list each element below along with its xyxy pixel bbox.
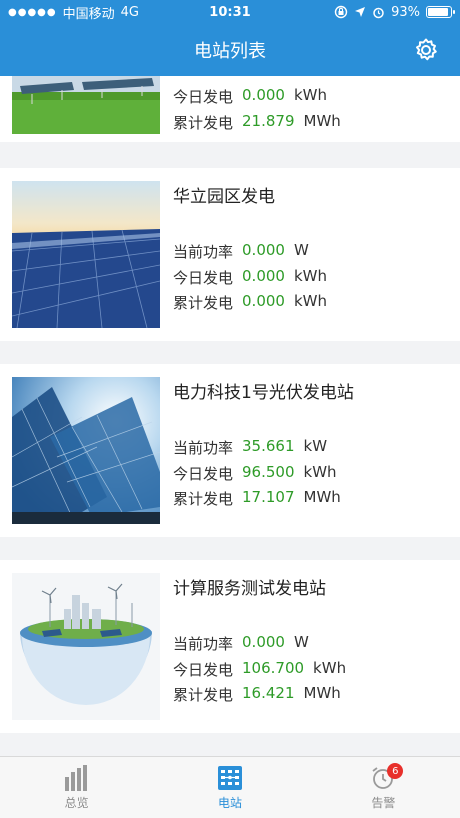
tab-label: 告警 — [371, 795, 396, 810]
metric-label: 今日发电 — [173, 661, 234, 679]
metric-today: 今日发电 96.500 kWh — [173, 463, 337, 484]
station-thumbnail — [12, 573, 160, 720]
station-name: 华立园区发电 — [173, 187, 275, 207]
station-grid-icon — [217, 765, 242, 790]
metric-label: 当前功率 — [173, 243, 234, 261]
metric-value: 0.000 — [242, 241, 285, 259]
page-title: 电站列表 — [194, 41, 266, 62]
metric-total: 累计发电 21.879 MWh — [173, 112, 341, 133]
metric-unit: kWh — [293, 267, 327, 285]
station-card[interactable]: 今日发电 0.000 kWh 累计发电 21.879 MWh — [0, 76, 460, 142]
signal-strength-icon: ●●●●● — [8, 6, 57, 18]
metric-value: 0.000 — [242, 86, 285, 104]
metric-label: 累计发电 — [173, 686, 234, 704]
station-thumbnail — [12, 181, 160, 328]
alarm-icon — [373, 7, 384, 18]
station-name: 计算服务测试发电站 — [173, 579, 326, 599]
tab-overview[interactable]: 总览 — [0, 757, 153, 818]
metric-value: 106.700 — [242, 659, 305, 677]
metric-value: 35.661 — [242, 437, 295, 455]
metric-total: 累计发电 17.107 MWh — [173, 488, 341, 509]
station-thumbnail — [12, 76, 160, 147]
metric-label: 今日发电 — [173, 88, 234, 106]
tab-label: 电站 — [217, 795, 242, 810]
metric-unit: kWh — [293, 292, 327, 310]
metric-value: 96.500 — [242, 463, 295, 481]
alarm-count-badge: 6 — [387, 763, 404, 779]
metric-unit: MWh — [303, 684, 341, 702]
metric-total: 累计发电 16.421 MWh — [173, 684, 341, 705]
metric-value: 0.000 — [242, 633, 285, 651]
metric-today: 今日发电 0.000 kWh — [173, 267, 327, 288]
nav-bar: 电站列表 — [0, 24, 460, 76]
metric-label: 累计发电 — [173, 114, 234, 132]
metric-label: 当前功率 — [173, 439, 234, 457]
carrier-label: 中国移动 — [62, 6, 115, 22]
metric-value: 0.000 — [242, 292, 285, 310]
tab-bar: 总览 电站 6 告警 — [0, 756, 460, 818]
metric-today: 今日发电 0.000 kWh — [173, 86, 327, 107]
battery-icon — [426, 6, 455, 18]
metric-unit: kWh — [293, 86, 327, 104]
station-card[interactable]: 电力科技1号光伏发电站 当前功率 35.661 kW 今日发电 96.500 k… — [0, 364, 460, 537]
metric-total: 累计发电 0.000 kWh — [173, 292, 327, 313]
metric-value: 0.000 — [242, 267, 285, 285]
metric-unit: kWh — [303, 463, 337, 481]
metric-label: 今日发电 — [173, 465, 234, 483]
metric-value: 17.107 — [242, 488, 295, 506]
battery-fill — [428, 8, 449, 16]
metric-power: 当前功率 0.000 W — [173, 241, 309, 262]
gear-icon — [416, 38, 437, 61]
station-card[interactable]: 计算服务测试发电站 当前功率 0.000 W 今日发电 106.700 kWh … — [0, 560, 460, 733]
metric-unit: W — [293, 633, 309, 651]
tab-stations[interactable]: 电站 — [153, 757, 306, 818]
metric-unit: MWh — [303, 488, 341, 506]
metric-value: 16.421 — [242, 684, 295, 702]
metric-label: 今日发电 — [173, 269, 234, 287]
network-label: 4G — [120, 4, 140, 20]
metric-power: 当前功率 0.000 W — [173, 633, 309, 654]
metric-unit: kWh — [313, 659, 347, 677]
metric-unit: kW — [303, 437, 328, 455]
station-thumbnail — [12, 377, 160, 524]
battery-percent: 93% — [391, 4, 420, 20]
location-arrow-icon — [355, 7, 366, 17]
metric-power: 当前功率 35.661 kW — [173, 437, 327, 458]
status-bar: ●●●●● 中国移动 4G 10:31 93% — [0, 0, 460, 24]
tab-alarms[interactable]: 6 告警 — [307, 757, 460, 818]
metric-label: 累计发电 — [173, 490, 234, 508]
station-card[interactable]: 华立园区发电 当前功率 0.000 W 今日发电 0.000 kWh 累计发电 … — [0, 168, 460, 341]
metric-unit: MWh — [303, 112, 341, 130]
metric-unit: W — [293, 241, 309, 259]
tab-label: 总览 — [64, 795, 89, 810]
metric-label: 当前功率 — [173, 635, 234, 653]
settings-button[interactable] — [412, 36, 440, 64]
station-list[interactable]: 今日发电 0.000 kWh 累计发电 21.879 MWh 华立园区发电 当前… — [0, 76, 460, 756]
bar-chart-icon — [64, 764, 87, 791]
metric-value: 21.879 — [242, 112, 295, 130]
metric-label: 累计发电 — [173, 294, 234, 312]
metric-today: 今日发电 106.700 kWh — [173, 659, 346, 680]
lock-rotation-icon — [334, 5, 348, 19]
station-name: 电力科技1号光伏发电站 — [173, 383, 354, 403]
